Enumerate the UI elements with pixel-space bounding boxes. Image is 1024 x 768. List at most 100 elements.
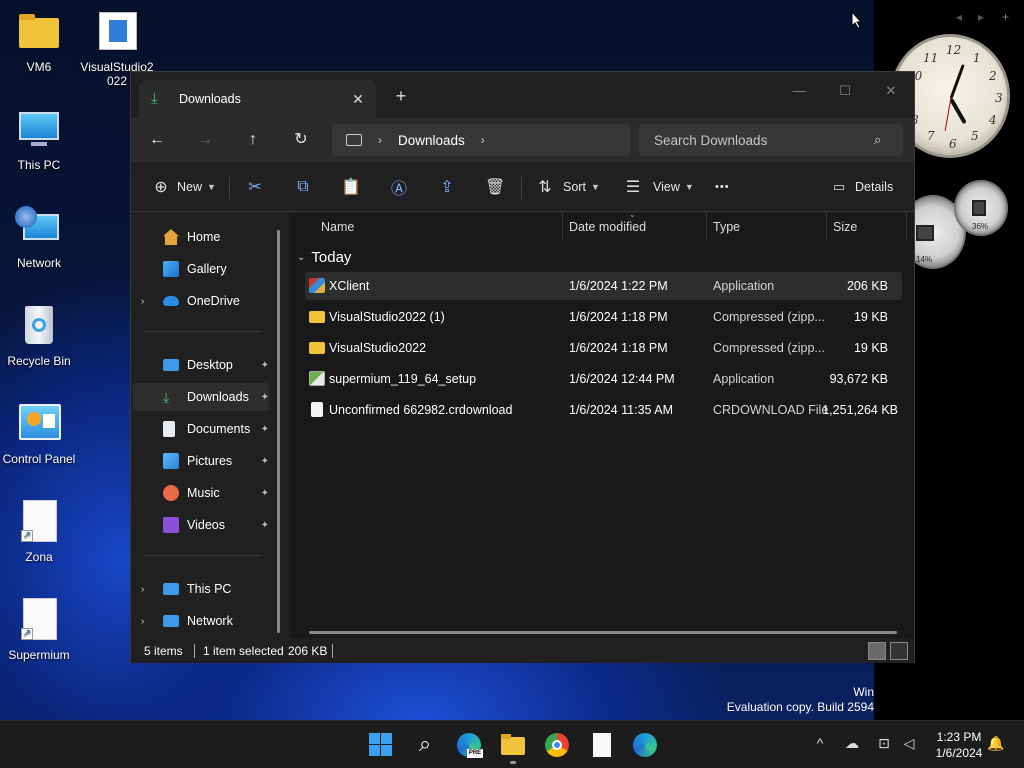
sidebar-divider xyxy=(143,331,261,332)
view-button[interactable]: ☰ View ▼ xyxy=(623,174,694,200)
tab-downloads[interactable]: ⤓ Downloads ✕ xyxy=(139,80,376,118)
column-divider[interactable] xyxy=(706,213,707,241)
breadcrumb-chevron-icon[interactable]: › xyxy=(481,133,485,147)
file-explorer-taskbar-icon[interactable] xyxy=(499,731,527,759)
thumbnail-view-toggle-icon[interactable] xyxy=(890,642,908,660)
column-divider[interactable] xyxy=(826,213,827,241)
column-divider[interactable] xyxy=(906,213,907,241)
sidebar-item-videos[interactable]: Videos ✦ xyxy=(133,511,269,539)
gadget-next-icon[interactable]: ▸ xyxy=(978,10,984,24)
maximize-button[interactable]: ☐ xyxy=(822,78,868,104)
up-button[interactable]: ↑ xyxy=(235,126,271,154)
share-button[interactable]: ⇪ xyxy=(437,174,457,200)
desktop-icon-network[interactable]: Network xyxy=(0,206,78,270)
close-button[interactable]: ✕ xyxy=(868,78,914,104)
sidebar-item-network[interactable]: › Network xyxy=(133,607,269,635)
pin-icon[interactable]: ✦ xyxy=(261,520,269,531)
file-row-crdownload[interactable]: Unconfirmed 662982.crdownload 1/6/2024 1… xyxy=(305,396,902,424)
copy-button[interactable]: ⧉ xyxy=(293,174,313,200)
search-taskbar-icon[interactable]: ⌕ xyxy=(411,731,439,759)
pin-icon[interactable]: ✦ xyxy=(261,360,269,371)
notification-bell-icon[interactable]: 🔔 xyxy=(986,735,1006,752)
address-bar[interactable]: › Downloads › xyxy=(332,124,630,156)
file-date: 1/6/2024 1:18 PM xyxy=(569,341,668,355)
column-header-type[interactable]: Type xyxy=(713,213,740,241)
details-view-toggle-icon[interactable] xyxy=(868,642,886,660)
sidebar-scrollbar[interactable] xyxy=(277,230,280,633)
clock-date: 1/6/2024 xyxy=(935,746,983,760)
paste-button[interactable]: 📋 xyxy=(341,174,361,200)
clock-time: 1:23 PM xyxy=(936,730,982,744)
expand-chevron-icon[interactable]: › xyxy=(141,584,155,595)
gadget-prev-icon[interactable]: ◂ xyxy=(956,10,962,24)
file-row-visualstudio2022[interactable]: VisualStudio2022 1/6/2024 1:18 PM Compre… xyxy=(305,334,902,362)
onedrive-icon xyxy=(163,296,179,306)
cut-button[interactable]: ✂ xyxy=(245,174,265,200)
expand-chevron-icon[interactable]: › xyxy=(141,296,155,307)
forward-button[interactable]: → xyxy=(187,126,223,154)
more-options-button[interactable]: ••• xyxy=(715,174,730,200)
file-row-supermium-setup[interactable]: supermium_119_64_setup 1/6/2024 12:44 PM… xyxy=(305,365,902,393)
edge-taskbar-icon[interactable] xyxy=(631,731,659,759)
sidebar-item-gallery[interactable]: Gallery xyxy=(133,255,269,283)
column-header-name[interactable]: Name xyxy=(321,213,354,241)
details-label: Details xyxy=(855,180,894,194)
network-status-icon[interactable]: ⊡ xyxy=(874,735,894,752)
details-pane-button[interactable]: ▭ Details xyxy=(829,174,893,200)
edge-beta-taskbar-icon[interactable]: PRE xyxy=(455,731,483,759)
new-tab-button[interactable]: + xyxy=(389,85,413,109)
sidebar-item-onedrive[interactable]: › OneDrive xyxy=(133,287,269,315)
horizontal-scrollbar[interactable] xyxy=(309,631,897,634)
rename-button[interactable]: Ⓐ xyxy=(389,174,409,200)
file-date: 1/6/2024 1:18 PM xyxy=(569,310,668,324)
sidebar-item-documents[interactable]: Documents ✦ xyxy=(133,415,269,443)
sidebar-item-home[interactable]: Home xyxy=(133,223,269,251)
view-label: View xyxy=(653,180,680,194)
scissors-icon: ✂ xyxy=(248,179,262,196)
onedrive-offline-icon[interactable]: ☁ xyxy=(842,735,862,752)
sidebar-item-music[interactable]: Music ✦ xyxy=(133,479,269,507)
pin-icon[interactable]: ✦ xyxy=(261,424,269,435)
breadcrumb-chevron-icon[interactable]: › xyxy=(378,133,382,147)
desktop-icon-recycle-bin[interactable]: Recycle Bin xyxy=(0,304,78,368)
sidebar-item-desktop[interactable]: Desktop ✦ xyxy=(133,351,269,379)
file-row-xclient[interactable]: XClient 1/6/2024 1:22 PM Application 206… xyxy=(305,272,902,300)
status-divider xyxy=(194,644,195,658)
delete-button[interactable]: 🗑 xyxy=(485,174,505,200)
start-button[interactable] xyxy=(367,731,395,759)
pin-icon[interactable]: ✦ xyxy=(261,456,269,467)
back-button[interactable]: ← xyxy=(139,126,175,154)
search-input[interactable] xyxy=(654,132,874,148)
gadget-add-icon[interactable]: + xyxy=(1002,10,1009,24)
tray-overflow-chevron-icon[interactable]: ^ xyxy=(810,735,830,751)
column-header-size[interactable]: Size xyxy=(833,213,857,241)
pin-icon[interactable]: ✦ xyxy=(261,392,269,403)
chrome-taskbar-icon[interactable] xyxy=(543,731,571,759)
desktop-icon-supermium[interactable]: ↗ Supermium xyxy=(0,598,78,662)
expand-chevron-icon[interactable]: › xyxy=(141,616,155,627)
volume-muted-icon[interactable]: ◁ xyxy=(899,735,919,752)
sort-button[interactable]: ⇅ Sort ▼ xyxy=(535,174,600,200)
pin-icon[interactable]: ✦ xyxy=(261,488,269,499)
search-box[interactable]: ⌕ xyxy=(639,124,903,156)
minimize-button[interactable]: — xyxy=(776,78,822,104)
desktop-icon-control-panel[interactable]: Control Panel xyxy=(0,402,78,466)
desktop-icon-this-pc[interactable]: This PC xyxy=(0,108,78,172)
sidebar-item-label: This PC xyxy=(187,582,232,596)
column-divider[interactable] xyxy=(562,213,563,241)
refresh-button[interactable]: ↻ xyxy=(283,126,319,154)
tab-close-icon[interactable]: ✕ xyxy=(346,91,370,108)
group-header-today[interactable]: ⌄ Today xyxy=(297,249,351,266)
file-taskbar-icon[interactable] xyxy=(587,731,615,759)
sidebar-item-this-pc[interactable]: › This PC xyxy=(133,575,269,603)
sidebar-item-pictures[interactable]: Pictures ✦ xyxy=(133,447,269,475)
desktop-icon-zona[interactable]: ↗ Zona xyxy=(0,500,78,564)
sidebar-item-downloads[interactable]: ⤓ Downloads ✦ xyxy=(133,383,269,411)
file-row-visualstudio2022-1[interactable]: VisualStudio2022 (1) 1/6/2024 1:18 PM Co… xyxy=(305,303,902,331)
folder-icon xyxy=(15,10,63,54)
new-button[interactable]: ⊕ New ▼ xyxy=(151,174,216,200)
download-arrow-icon: ⤓ xyxy=(151,90,158,107)
breadcrumb-downloads[interactable]: Downloads xyxy=(398,133,465,148)
taskbar-clock[interactable]: 1:23 PM 1/6/2024 xyxy=(924,729,994,761)
desktop-icon-vm6[interactable]: VM6 xyxy=(0,10,78,74)
